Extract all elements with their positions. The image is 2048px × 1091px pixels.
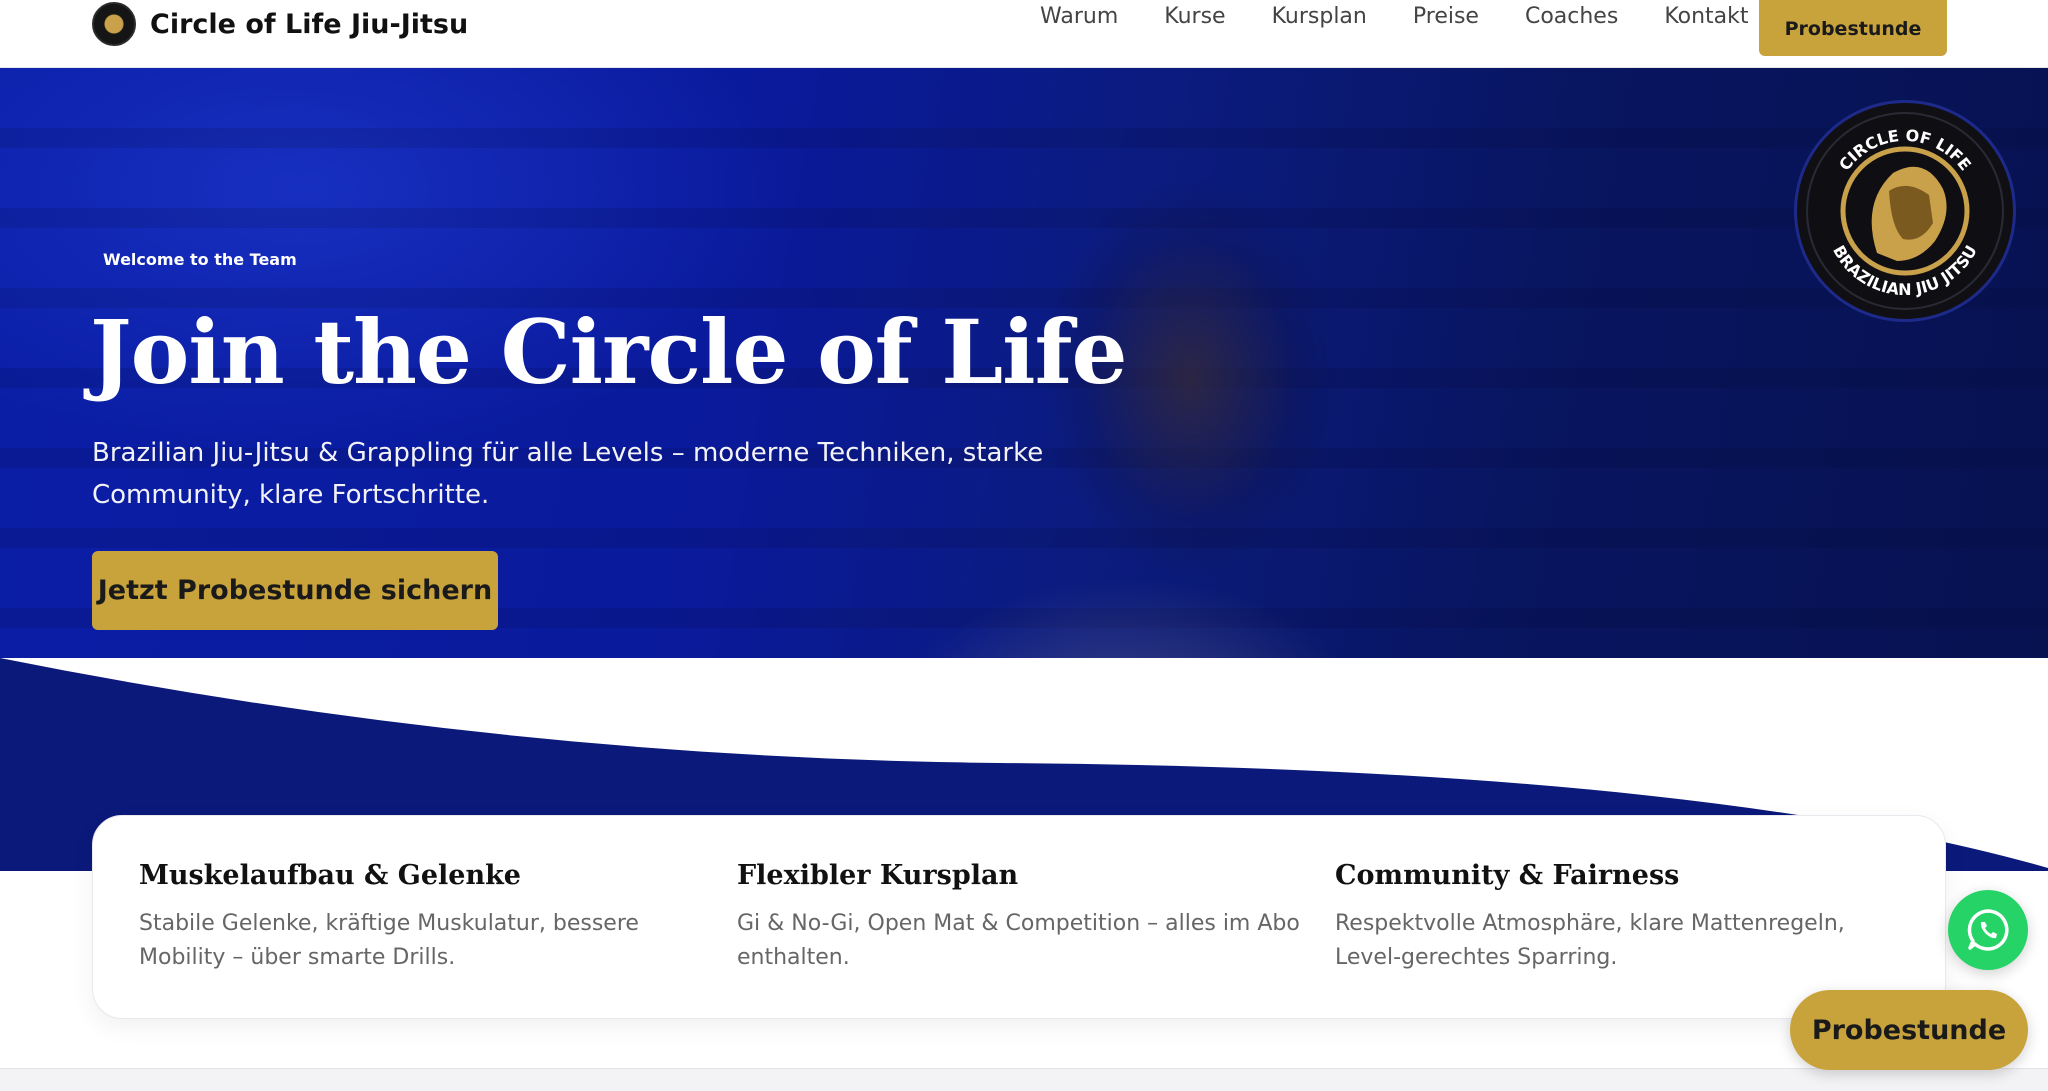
hero-probestunde-button[interactable]: Jetzt Probestunde sichern	[92, 551, 498, 630]
feature-text: Respektvolle Atmosphäre, klare Mattenreg…	[1335, 911, 1845, 970]
feature-title: Flexibler Kursplan	[737, 860, 1019, 891]
hero-section: Welcome to the Team Join the Circle of L…	[0, 68, 2048, 658]
next-section-edge	[0, 1068, 2048, 1091]
feature-title: Muskelaufbau & Gelenke	[139, 860, 521, 891]
brand-name: Circle of Life Jiu-Jitsu	[150, 8, 469, 40]
nav-link-kurse[interactable]: Kurse	[1164, 4, 1225, 29]
nav-link-coaches[interactable]: Coaches	[1525, 4, 1618, 29]
club-seal: CIRCLE OF LIFE BRAZILIAN JIU JITSU	[1797, 103, 2013, 319]
floating-probestunde-button[interactable]: Probestunde	[1790, 990, 2028, 1070]
nav-link-preise[interactable]: Preise	[1413, 4, 1479, 29]
hero-gi-photo	[820, 528, 1440, 658]
feature-title: Community & Fairness	[1335, 860, 1680, 891]
lion-logo-icon	[92, 2, 136, 46]
nav-link-warum[interactable]: Warum	[1040, 4, 1118, 29]
feature-item: Community & Fairness Respektvolle Atmosp…	[1335, 860, 1905, 975]
feature-text: Stabile Gelenke, kräftige Muskulatur, be…	[139, 911, 639, 970]
whatsapp-button[interactable]	[1948, 890, 2028, 970]
hero-eyebrow: Welcome to the Team	[103, 250, 297, 269]
hero-title: Join the Circle of Life	[90, 300, 1127, 404]
nav-link-kursplan[interactable]: Kursplan	[1272, 4, 1367, 29]
nav-link-kontakt[interactable]: Kontakt	[1664, 4, 1748, 29]
feature-item: Muskelaufbau & Gelenke Stabile Gelenke, …	[139, 860, 709, 975]
brand-home-link[interactable]: Circle of Life Jiu-Jitsu	[92, 2, 468, 46]
feature-item: Flexibler Kursplan Gi & No-Gi, Open Mat …	[737, 860, 1307, 975]
features-card: Muskelaufbau & Gelenke Stabile Gelenke, …	[92, 815, 1946, 1019]
top-navigation: Circle of Life Jiu-Jitsu Warum Kurse Kur…	[0, 0, 2048, 68]
whatsapp-icon	[1967, 909, 2009, 951]
feature-text: Gi & No-Gi, Open Mat & Competition – all…	[737, 911, 1300, 970]
nav-probestunde-button[interactable]: Probestunde	[1759, 0, 1947, 56]
hero-subtitle: Brazilian Jiu-Jitsu & Grappling für alle…	[92, 438, 1044, 510]
lion-head-icon: CIRCLE OF LIFE BRAZILIAN JIU JITSU	[1806, 112, 2004, 310]
nav-links: Warum Kurse Kursplan Preise Coaches Kont…	[1040, 4, 1749, 29]
